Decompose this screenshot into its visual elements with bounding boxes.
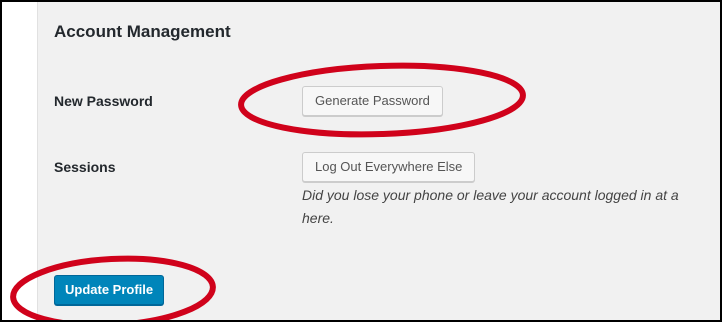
new-password-label: New Password	[54, 93, 153, 109]
sessions-description: Did you lose your phone or leave your ac…	[302, 184, 720, 230]
admin-sidebar-edge	[2, 2, 37, 320]
section-title: Account Management	[54, 22, 231, 41]
sessions-description-line-2: here.	[302, 210, 334, 226]
update-profile-button[interactable]: Update Profile	[54, 275, 165, 305]
log-out-everywhere-button[interactable]: Log Out Everywhere Else	[302, 152, 476, 182]
profile-content-area: Account Management New Password Generate…	[38, 2, 720, 320]
sessions-label: Sessions	[54, 159, 116, 175]
screenshot-frame: Account Management New Password Generate…	[0, 0, 722, 322]
generate-password-button[interactable]: Generate Password	[302, 86, 443, 116]
sessions-description-line-1: Did you lose your phone or leave your ac…	[302, 187, 679, 203]
